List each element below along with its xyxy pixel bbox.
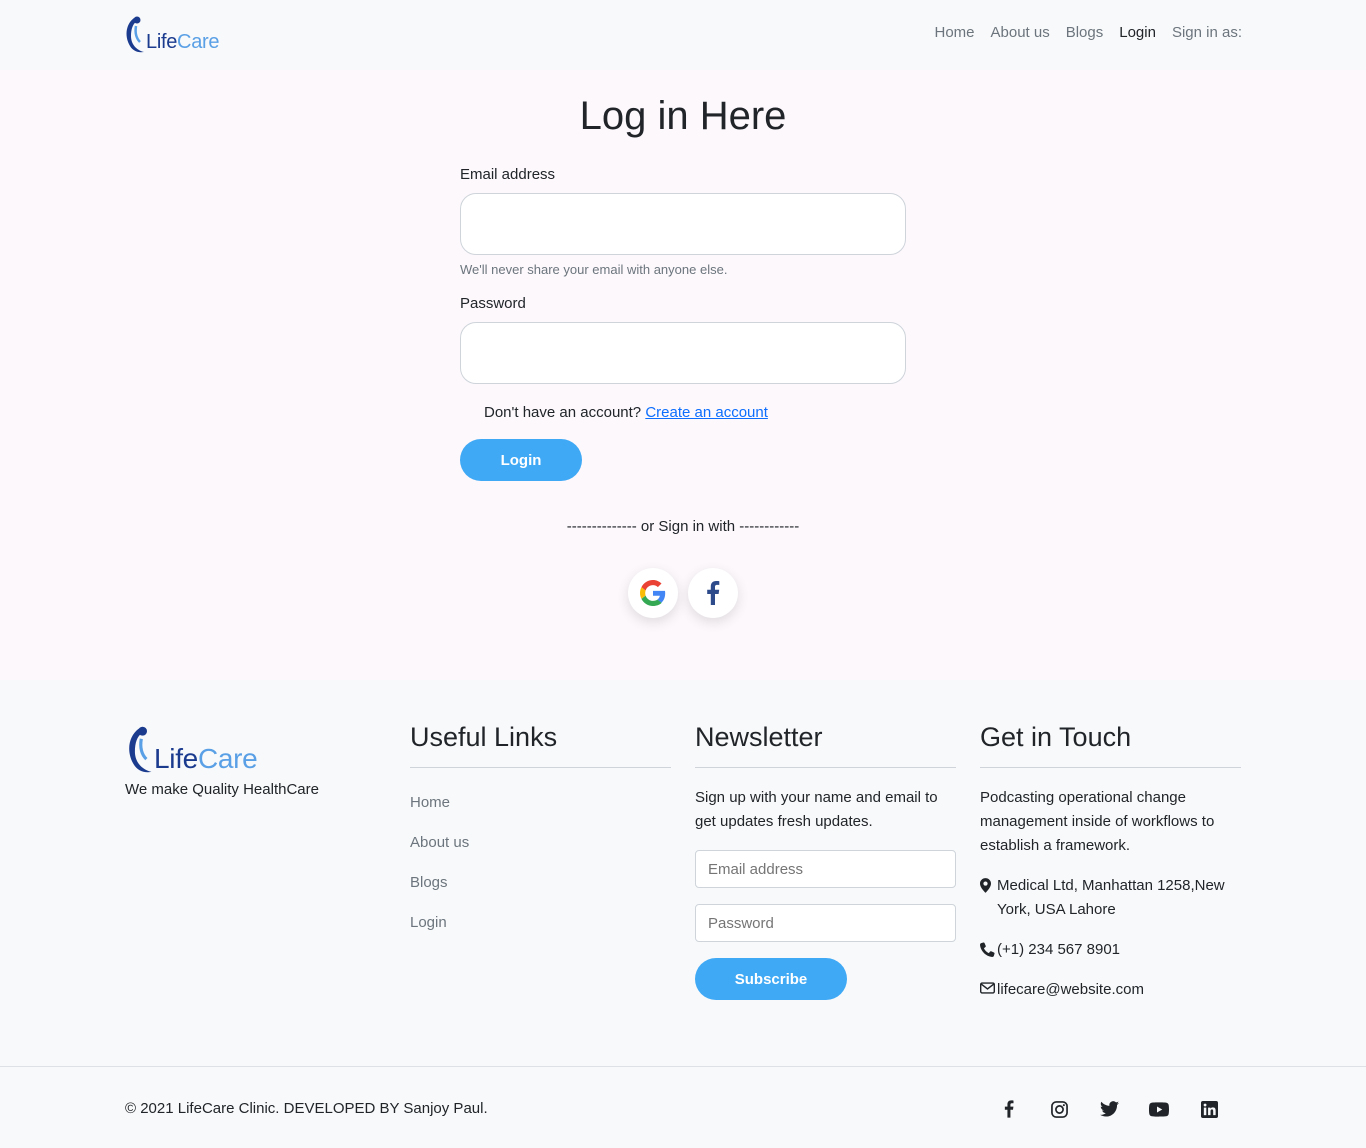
google-login-button[interactable]: [628, 568, 678, 618]
map-marker-icon: [980, 874, 997, 922]
nav-blogs[interactable]: Blogs: [1066, 24, 1104, 41]
linkedin-icon[interactable]: [1199, 1099, 1219, 1119]
signup-prompt: Don't have an account? Create an account: [460, 404, 906, 421]
footer-brand-name: LifeCare: [154, 743, 258, 776]
page-title: Log in Here: [579, 94, 787, 138]
useful-links-heading: Useful Links: [410, 722, 671, 768]
footer-link-about[interactable]: About us: [410, 834, 671, 874]
login-form: Email address We'll never share your ema…: [460, 166, 906, 481]
twitter-icon[interactable]: [1099, 1099, 1119, 1119]
password-input[interactable]: [460, 322, 906, 384]
email-input[interactable]: [460, 193, 906, 255]
footer-link-home[interactable]: Home: [410, 794, 671, 834]
top-navbar: LifeCare Home About us Blogs Login Sign …: [0, 0, 1366, 70]
footer-tagline: We make Quality HealthCare: [125, 781, 319, 798]
nav-sign-in-as[interactable]: Sign in as:: [1172, 24, 1242, 41]
login-button[interactable]: Login: [460, 439, 582, 481]
social-links: [999, 1099, 1219, 1119]
newsletter-column: Newsletter Sign up with your name and em…: [695, 722, 956, 1000]
facebook-icon: [707, 581, 720, 605]
no-account-text: Don't have an account?: [484, 404, 642, 421]
get-in-touch-column: Get in Touch Podcasting operational chan…: [980, 722, 1241, 1002]
footer-brand-care: Care: [197, 743, 258, 774]
useful-links-column: Useful Links Home About us Blogs Login: [410, 722, 671, 954]
contact-phone: (+1) 234 567 8901: [980, 938, 1241, 962]
contact-address: Medical Ltd, Manhattan 1258,New York, US…: [980, 874, 1241, 922]
footer-brand-life: Life: [154, 743, 198, 774]
email-label: Email address: [460, 166, 556, 183]
brand-life: Life: [146, 31, 178, 53]
nav-links: Home About us Blogs Login Sign in as:: [934, 24, 1242, 41]
logo-figure-icon: [126, 16, 144, 53]
copyright-text: © 2021 LifeCare Clinic. DEVELOPED BY San…: [125, 1100, 488, 1117]
nav-home[interactable]: Home: [934, 24, 974, 41]
get-in-touch-heading: Get in Touch: [980, 722, 1241, 768]
footer-brand-logo[interactable]: LifeCare: [126, 722, 258, 776]
facebook-icon[interactable]: [999, 1099, 1019, 1119]
nav-about[interactable]: About us: [991, 24, 1050, 41]
facebook-login-button[interactable]: [688, 568, 738, 618]
youtube-icon[interactable]: [1149, 1099, 1169, 1119]
contact-email-text[interactable]: lifecare@website.com: [997, 978, 1144, 1002]
footer: LifeCare We make Quality HealthCare Usef…: [0, 680, 1366, 1066]
get-in-touch-description: Podcasting operational change management…: [980, 789, 1215, 854]
social-login: [628, 568, 738, 618]
contact-phone-text: (+1) 234 567 8901: [997, 941, 1121, 958]
contact-address-text: Medical Ltd, Manhattan 1258,New York, US…: [997, 877, 1225, 918]
useful-links-list: Home About us Blogs Login: [410, 794, 671, 954]
bottom-bar: © 2021 LifeCare Clinic. DEVELOPED BY San…: [0, 1066, 1366, 1148]
brand-logo[interactable]: LifeCare: [124, 14, 220, 54]
google-icon: [640, 580, 666, 606]
newsletter-heading: Newsletter: [695, 722, 956, 768]
newsletter-email-input[interactable]: [695, 850, 956, 888]
logo-figure-icon: [129, 726, 152, 773]
password-label: Password: [460, 295, 526, 312]
brand-name: LifeCare: [146, 31, 220, 54]
envelope-icon: [980, 978, 997, 1002]
newsletter-password-input[interactable]: [695, 904, 956, 942]
login-section: Log in Here Email address We'll never sh…: [0, 70, 1366, 680]
subscribe-button[interactable]: Subscribe: [695, 958, 847, 1000]
brand-care: Care: [177, 31, 220, 53]
footer-link-blogs[interactable]: Blogs: [410, 874, 671, 914]
email-helper-text: We'll never share your email with anyone…: [460, 262, 728, 277]
create-account-link[interactable]: Create an account: [645, 404, 768, 421]
contact-email: lifecare@website.com: [980, 978, 1241, 1002]
footer-link-login[interactable]: Login: [410, 914, 671, 954]
instagram-icon[interactable]: [1049, 1099, 1069, 1119]
nav-login[interactable]: Login: [1119, 24, 1156, 41]
newsletter-text: Sign up with your name and email to get …: [695, 789, 938, 830]
or-sign-in-divider: -------------- or Sign in with ---------…: [566, 518, 800, 535]
phone-icon: [980, 938, 997, 962]
